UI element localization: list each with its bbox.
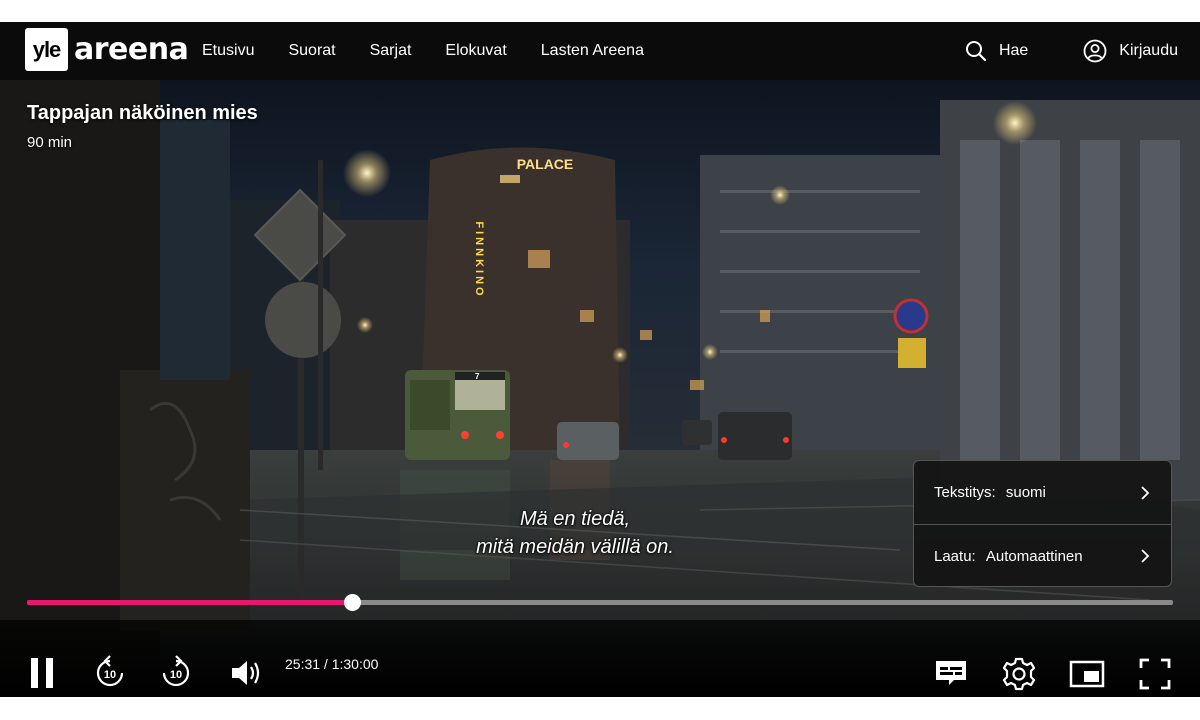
progress-played (27, 600, 352, 605)
picture-in-picture-icon (1069, 660, 1105, 688)
pause-button[interactable] (26, 655, 58, 691)
chevron-right-icon (1141, 549, 1150, 563)
progress-bar[interactable] (27, 594, 1173, 611)
nav-item-elokuvat[interactable]: Elokuvat (445, 42, 506, 60)
chevron-right-icon (1141, 485, 1150, 500)
video-title: Tappajan näköinen mies (27, 102, 258, 124)
volume-icon (232, 661, 260, 685)
settings-gear-icon (1002, 657, 1036, 691)
settings-button[interactable] (1001, 657, 1037, 691)
search-button[interactable]: Hae (965, 40, 1028, 62)
subtitles-setting-label: Tekstitys: (934, 484, 996, 501)
progress-scrubber-handle[interactable] (344, 594, 361, 611)
user-icon (1083, 39, 1107, 63)
video-frame[interactable]: PALACE FINNKINO 7 Tappajan näköinen mies… (0, 80, 1200, 697)
video-player: yle areena Etusivu Suorat Sarjat Elokuva… (0, 22, 1200, 697)
subtitles-setting-row[interactable]: Tekstitys: suomi (914, 461, 1171, 524)
palace-sign: PALACE (517, 156, 574, 172)
forward-10-button[interactable]: 10 (158, 654, 194, 692)
fullscreen-button[interactable] (1137, 657, 1173, 691)
search-label: Hae (998, 42, 1029, 59)
user-nav: Hae Kirjaudu (965, 22, 1178, 80)
main-nav: Etusivu Suorat Sarjat Elokuvat Lasten Ar… (202, 22, 678, 80)
quality-setting-label: Laatu: (934, 547, 976, 565)
nav-item-sarjat[interactable]: Sarjat (370, 42, 412, 60)
nav-item-etusivu[interactable]: Etusivu (202, 42, 254, 60)
nav-item-suorat[interactable]: Suorat (288, 42, 335, 60)
rewind-seconds-label: 10 (104, 669, 116, 681)
tram-number: 7 (475, 372, 480, 381)
rewind-10-icon: 10 (96, 655, 124, 687)
login-label: Kirjaudu (1119, 42, 1178, 59)
control-bar: 10 10 25:31 / 1:30:00 (0, 620, 1200, 697)
subtitles-icon (936, 661, 966, 685)
forward-seconds-label: 10 (170, 669, 182, 681)
yle-areena-logo[interactable]: yle areena (25, 28, 189, 71)
subtitles-button[interactable] (933, 658, 969, 688)
finnkino-sign: FINNKINO (473, 221, 485, 298)
playback-time: 25:31 / 1:30:00 (285, 656, 379, 672)
yle-logo-box: yle (25, 28, 68, 71)
fullscreen-icon (1139, 658, 1171, 690)
pause-icon (31, 658, 53, 688)
volume-button[interactable] (228, 657, 264, 689)
forward-10-icon: 10 (162, 655, 190, 687)
subtitles-setting-value: suomi (1005, 484, 1046, 501)
quality-setting-row[interactable]: Laatu: Automaattinen (914, 524, 1171, 587)
settings-menu: Tekstitys: suomi Laatu: Automaattinen (913, 460, 1172, 587)
rewind-10-button[interactable]: 10 (92, 654, 128, 692)
picture-in-picture-button[interactable] (1068, 659, 1106, 689)
top-navigation: yle areena Etusivu Suorat Sarjat Elokuva… (0, 22, 1200, 80)
nav-item-lasten-areena[interactable]: Lasten Areena (541, 42, 644, 60)
search-icon (965, 41, 987, 62)
quality-setting-value: Automaattinen (985, 547, 1083, 565)
areena-wordmark: areena (74, 32, 189, 67)
video-duration: 90 min (27, 134, 73, 151)
login-button[interactable]: Kirjaudu (1083, 39, 1178, 63)
